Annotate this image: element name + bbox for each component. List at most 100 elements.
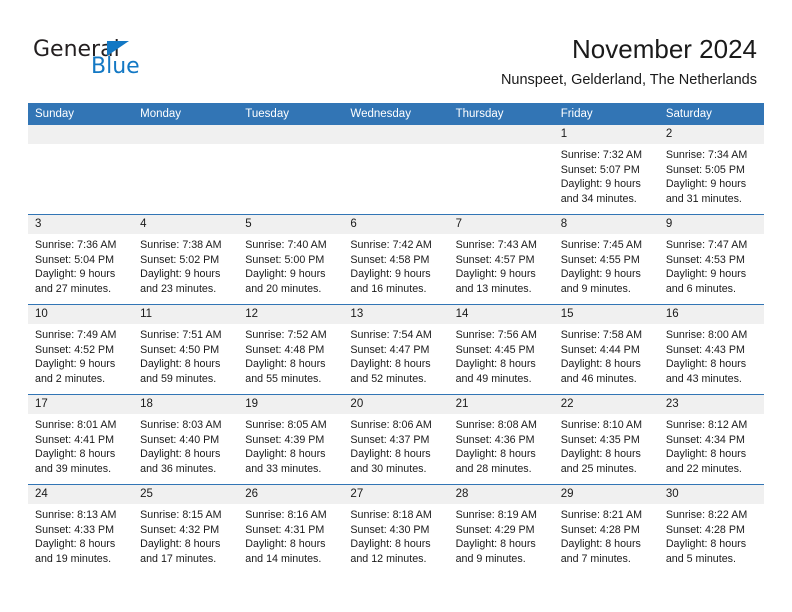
daylight-text-line2: and 19 minutes. bbox=[35, 552, 112, 565]
day-cell[interactable]: 12 Sunrise: 7:52 AM Sunset: 4:48 PM Dayl… bbox=[238, 304, 344, 395]
sunrise-text: Sunrise: 7:54 AM bbox=[350, 329, 432, 341]
daylight-text-line2: and 33 minutes. bbox=[245, 462, 322, 475]
day-cell[interactable] bbox=[133, 125, 239, 215]
general-blue-logo[interactable]: General Blue bbox=[33, 38, 223, 86]
day-details: Sunrise: 8:08 AM Sunset: 4:36 PM Dayligh… bbox=[449, 414, 554, 476]
daylight-text-line1: Daylight: 8 hours bbox=[455, 538, 536, 551]
day-cell[interactable]: 16 Sunrise: 8:00 AM Sunset: 4:43 PM Dayl… bbox=[658, 304, 764, 395]
day-cell[interactable]: 10 Sunrise: 7:49 AM Sunset: 4:52 PM Dayl… bbox=[28, 304, 134, 395]
day-details bbox=[343, 144, 448, 148]
daylight-text-line2: and 17 minutes. bbox=[140, 552, 217, 565]
day-cell[interactable]: 21 Sunrise: 8:08 AM Sunset: 4:36 PM Dayl… bbox=[448, 394, 554, 485]
day-details: Sunrise: 8:13 AM Sunset: 4:33 PM Dayligh… bbox=[28, 504, 133, 566]
day-cell[interactable]: 3 Sunrise: 7:36 AM Sunset: 5:04 PM Dayli… bbox=[28, 214, 134, 305]
day-cell[interactable] bbox=[448, 125, 554, 215]
day-number: 11 bbox=[133, 305, 239, 324]
day-number: 3 bbox=[28, 215, 134, 234]
daylight-text-line1: Daylight: 8 hours bbox=[35, 448, 116, 461]
sunrise-text: Sunrise: 8:19 AM bbox=[455, 509, 537, 521]
weekday-header-friday: Friday bbox=[553, 103, 659, 125]
day-details: Sunrise: 8:22 AM Sunset: 4:28 PM Dayligh… bbox=[659, 504, 764, 566]
day-cell[interactable] bbox=[343, 125, 449, 215]
day-details: Sunrise: 8:01 AM Sunset: 4:41 PM Dayligh… bbox=[28, 414, 133, 476]
day-cell[interactable]: 8 Sunrise: 7:45 AM Sunset: 4:55 PM Dayli… bbox=[553, 214, 659, 305]
day-cell[interactable]: 20 Sunrise: 8:06 AM Sunset: 4:37 PM Dayl… bbox=[343, 394, 449, 485]
daylight-text-line1: Daylight: 9 hours bbox=[560, 178, 641, 191]
day-cell[interactable]: 15 Sunrise: 7:58 AM Sunset: 4:44 PM Dayl… bbox=[553, 304, 659, 395]
day-cell[interactable]: 11 Sunrise: 7:51 AM Sunset: 4:50 PM Dayl… bbox=[133, 304, 239, 395]
daylight-text-line2: and 16 minutes. bbox=[350, 282, 427, 295]
daylight-text-line1: Daylight: 9 hours bbox=[665, 268, 747, 281]
daylight-text-line1: Daylight: 8 hours bbox=[560, 358, 641, 371]
weekday-header-row: Sunday Monday Tuesday Wednesday Thursday… bbox=[28, 103, 764, 125]
day-cell[interactable]: 2 Sunrise: 7:34 AM Sunset: 5:05 PM Dayli… bbox=[658, 125, 764, 215]
daylight-text-line2: and 27 minutes. bbox=[35, 282, 112, 295]
day-cell[interactable]: 4 Sunrise: 7:38 AM Sunset: 5:02 PM Dayli… bbox=[133, 214, 239, 305]
daylight-text-line1: Daylight: 8 hours bbox=[455, 448, 536, 461]
day-cell[interactable]: 27 Sunrise: 8:18 AM Sunset: 4:30 PM Dayl… bbox=[343, 484, 449, 574]
day-details bbox=[449, 144, 554, 148]
day-number bbox=[343, 125, 449, 144]
day-cell[interactable]: 14 Sunrise: 7:56 AM Sunset: 4:45 PM Dayl… bbox=[448, 304, 554, 395]
day-number bbox=[448, 125, 554, 144]
daylight-text-line1: Daylight: 8 hours bbox=[140, 538, 221, 551]
day-details: Sunrise: 8:06 AM Sunset: 4:37 PM Dayligh… bbox=[343, 414, 448, 476]
sunset-text: Sunset: 4:30 PM bbox=[350, 523, 430, 536]
day-cell[interactable]: 25 Sunrise: 8:15 AM Sunset: 4:32 PM Dayl… bbox=[133, 484, 239, 574]
sunrise-text: Sunrise: 7:51 AM bbox=[140, 329, 222, 341]
day-details: Sunrise: 7:45 AM Sunset: 4:55 PM Dayligh… bbox=[554, 234, 659, 296]
day-cell[interactable]: 26 Sunrise: 8:16 AM Sunset: 4:31 PM Dayl… bbox=[238, 484, 344, 574]
day-cell[interactable]: 18 Sunrise: 8:03 AM Sunset: 4:40 PM Dayl… bbox=[133, 394, 239, 485]
day-number bbox=[133, 125, 239, 144]
calendar-body: 1 Sunrise: 7:32 AM Sunset: 5:07 PM Dayli… bbox=[28, 125, 764, 574]
sunset-text: Sunset: 5:07 PM bbox=[560, 163, 640, 176]
day-number: 5 bbox=[238, 215, 344, 234]
sunrise-text: Sunrise: 8:08 AM bbox=[455, 419, 537, 431]
day-number: 20 bbox=[343, 395, 449, 414]
day-details: Sunrise: 7:49 AM Sunset: 4:52 PM Dayligh… bbox=[28, 324, 133, 386]
daylight-text-line2: and 34 minutes. bbox=[560, 192, 637, 205]
day-cell[interactable]: 24 Sunrise: 8:13 AM Sunset: 4:33 PM Dayl… bbox=[28, 484, 134, 574]
sunset-text: Sunset: 4:28 PM bbox=[560, 523, 640, 536]
sunset-text: Sunset: 4:29 PM bbox=[455, 523, 535, 536]
sunrise-text: Sunrise: 8:18 AM bbox=[350, 509, 432, 521]
day-cell[interactable]: 22 Sunrise: 8:10 AM Sunset: 4:35 PM Dayl… bbox=[553, 394, 659, 485]
day-cell[interactable]: 6 Sunrise: 7:42 AM Sunset: 4:58 PM Dayli… bbox=[343, 214, 449, 305]
day-number: 25 bbox=[133, 485, 239, 504]
daylight-text-line2: and 9 minutes. bbox=[455, 552, 526, 565]
daylight-text-line2: and 39 minutes. bbox=[35, 462, 112, 475]
day-cell[interactable]: 13 Sunrise: 7:54 AM Sunset: 4:47 PM Dayl… bbox=[343, 304, 449, 395]
daylight-text-line1: Daylight: 8 hours bbox=[245, 358, 326, 371]
day-details: Sunrise: 7:34 AM Sunset: 5:05 PM Dayligh… bbox=[659, 144, 764, 206]
day-number: 22 bbox=[553, 395, 659, 414]
daylight-text-line2: and 55 minutes. bbox=[245, 372, 322, 385]
sunrise-text: Sunrise: 8:12 AM bbox=[665, 419, 748, 431]
sunset-text: Sunset: 4:43 PM bbox=[665, 343, 745, 356]
day-cell[interactable]: 17 Sunrise: 8:01 AM Sunset: 4:41 PM Dayl… bbox=[28, 394, 134, 485]
day-details: Sunrise: 8:21 AM Sunset: 4:28 PM Dayligh… bbox=[554, 504, 659, 566]
day-cell[interactable]: 5 Sunrise: 7:40 AM Sunset: 5:00 PM Dayli… bbox=[238, 214, 344, 305]
day-cell[interactable] bbox=[28, 125, 134, 215]
sunset-text: Sunset: 4:58 PM bbox=[350, 253, 430, 266]
day-details: Sunrise: 7:58 AM Sunset: 4:44 PM Dayligh… bbox=[554, 324, 659, 386]
daylight-text-line1: Daylight: 9 hours bbox=[350, 268, 431, 281]
page-title: November 2024 bbox=[572, 34, 757, 64]
day-cell[interactable]: 1 Sunrise: 7:32 AM Sunset: 5:07 PM Dayli… bbox=[553, 125, 659, 215]
daylight-text-line1: Daylight: 8 hours bbox=[665, 538, 747, 551]
sunrise-text: Sunrise: 8:16 AM bbox=[245, 509, 327, 521]
sunrise-text: Sunrise: 7:42 AM bbox=[350, 239, 432, 251]
day-number: 26 bbox=[238, 485, 344, 504]
day-cell[interactable]: 30 Sunrise: 8:22 AM Sunset: 4:28 PM Dayl… bbox=[658, 484, 764, 574]
day-cell[interactable] bbox=[238, 125, 344, 215]
day-cell[interactable]: 9 Sunrise: 7:47 AM Sunset: 4:53 PM Dayli… bbox=[658, 214, 764, 305]
day-cell[interactable]: 23 Sunrise: 8:12 AM Sunset: 4:34 PM Dayl… bbox=[658, 394, 764, 485]
day-details bbox=[238, 144, 343, 148]
day-cell[interactable]: 29 Sunrise: 8:21 AM Sunset: 4:28 PM Dayl… bbox=[553, 484, 659, 574]
day-cell[interactable]: 7 Sunrise: 7:43 AM Sunset: 4:57 PM Dayli… bbox=[448, 214, 554, 305]
day-cell[interactable]: 28 Sunrise: 8:19 AM Sunset: 4:29 PM Dayl… bbox=[448, 484, 554, 574]
sunrise-text: Sunrise: 7:34 AM bbox=[665, 149, 748, 161]
sunset-text: Sunset: 4:57 PM bbox=[455, 253, 535, 266]
day-cell[interactable]: 19 Sunrise: 8:05 AM Sunset: 4:39 PM Dayl… bbox=[238, 394, 344, 485]
day-details bbox=[133, 144, 238, 148]
sunrise-text: Sunrise: 8:13 AM bbox=[35, 509, 117, 521]
